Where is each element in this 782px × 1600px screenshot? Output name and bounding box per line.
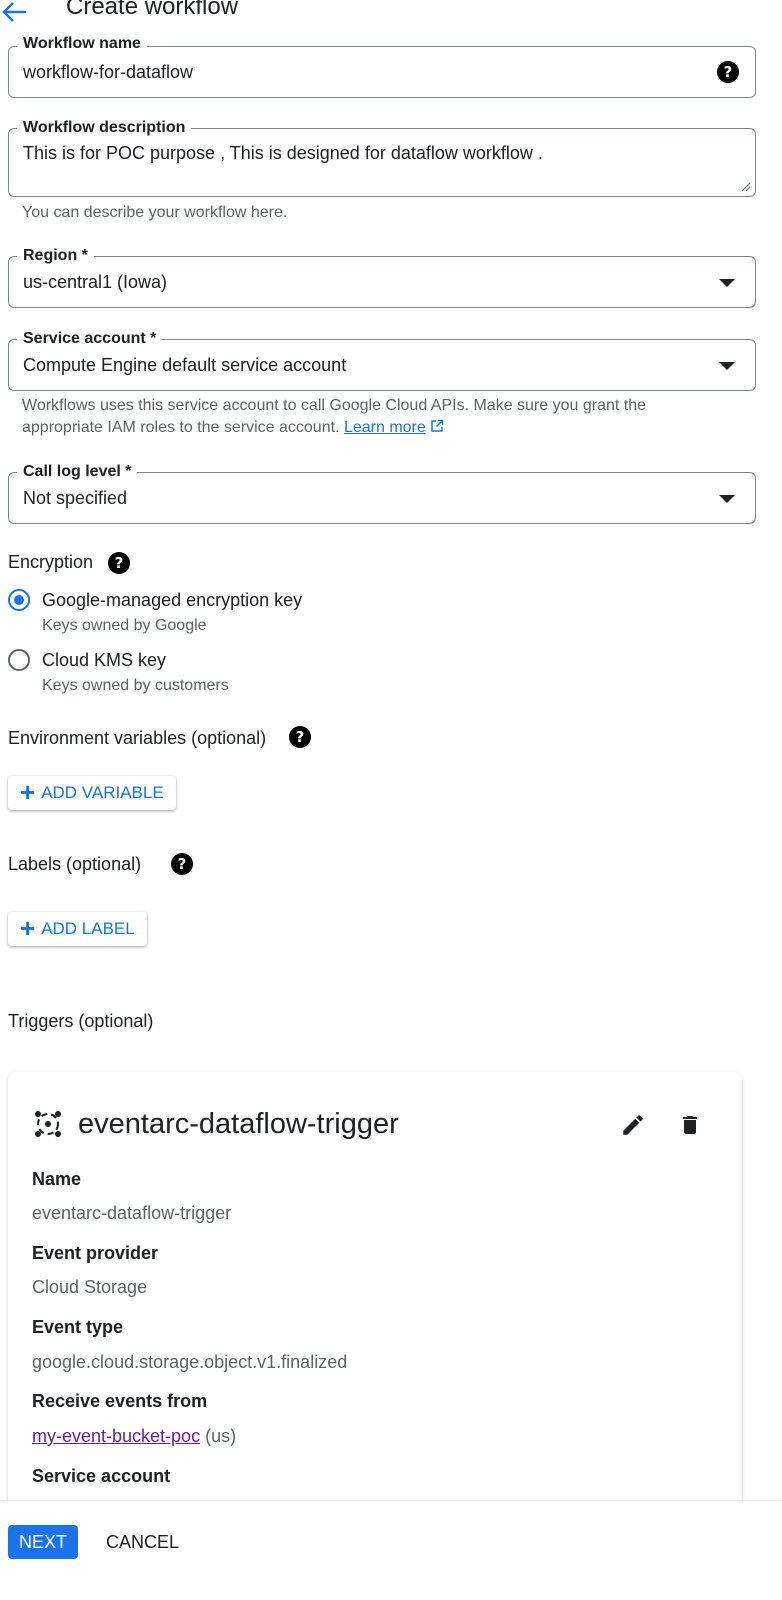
help-icon[interactable]: ?: [289, 726, 311, 748]
plus-icon: +: [20, 777, 36, 807]
workflow-name-label: Workflow name: [17, 34, 147, 54]
cancel-button[interactable]: CANCEL: [106, 1525, 179, 1559]
event-provider-label: Event provider: [32, 1243, 159, 1263]
footer-actions: NEXT CANCEL: [0, 1500, 782, 1600]
trigger-title: eventarc-dataflow-trigger: [78, 1108, 399, 1140]
service-account-value: Compute Engine default service account: [23, 355, 347, 375]
workflow-description-label: Workflow description: [17, 118, 192, 138]
bucket-link[interactable]: my-event-bucket-poc: [32, 1426, 200, 1446]
service-account-hint-line2-row: appropriate IAM roles to the service acc…: [22, 417, 444, 439]
dropdown-arrow-icon[interactable]: [719, 495, 735, 503]
dropdown-arrow-icon[interactable]: [719, 279, 735, 287]
resize-grip-icon[interactable]: [739, 180, 751, 192]
google-managed-key-label[interactable]: Google-managed encryption key: [42, 589, 302, 611]
service-account-label: Service account *: [17, 329, 163, 349]
labels-heading: Labels (optional): [8, 854, 142, 874]
receive-events-label: Receive events from: [32, 1391, 208, 1411]
help-icon[interactable]: ?: [717, 61, 739, 83]
call-log-level-value: Not specified: [23, 488, 128, 508]
add-label-label: ADD LABEL: [41, 919, 135, 938]
bucket-region: (us): [200, 1426, 237, 1446]
dropdown-arrow-icon[interactable]: [719, 362, 735, 370]
next-button[interactable]: NEXT: [8, 1525, 78, 1559]
receive-events-value: my-event-bucket-poc (us): [32, 1425, 236, 1447]
help-icon[interactable]: ?: [108, 552, 130, 574]
service-account-hint-line2: appropriate IAM roles to the service acc…: [22, 419, 340, 436]
trigger-name-label: Name: [32, 1169, 82, 1189]
cloud-kms-key-sub: Keys owned by customers: [42, 677, 229, 694]
event-type-value: google.cloud.storage.object.v1.finalized: [32, 1352, 348, 1372]
open-in-new-icon[interactable]: [430, 419, 444, 433]
region-value: us-central1 (Iowa): [23, 272, 168, 292]
add-variable-label: ADD VARIABLE: [41, 783, 164, 802]
call-log-level-select[interactable]: Call log level * Not specified: [8, 462, 756, 524]
add-label-button[interactable]: + ADD LABEL: [8, 912, 147, 946]
workflow-name-value[interactable]: workflow-for-dataflow: [23, 60, 193, 84]
arrow-back-icon[interactable]: [0, 0, 28, 24]
learn-more-link[interactable]: Learn more: [344, 419, 426, 436]
call-log-level-label: Call log level *: [17, 462, 138, 482]
triggers-heading: Triggers (optional): [8, 1011, 154, 1031]
workflow-description-field[interactable]: Workflow description This is for POC pur…: [8, 118, 756, 197]
help-icon[interactable]: ?: [171, 853, 193, 875]
google-managed-key-sub: Keys owned by Google: [42, 617, 207, 634]
region-select[interactable]: Region * us-central1 (Iowa): [8, 246, 756, 308]
region-label: Region *: [17, 246, 94, 266]
cloud-kms-key-radio[interactable]: [8, 649, 30, 671]
plus-icon: +: [20, 913, 36, 943]
google-managed-key-radio[interactable]: [8, 589, 30, 611]
top-bar: Create workflow: [0, 0, 782, 30]
workflow-name-field[interactable]: Workflow name workflow-for-dataflow ?: [8, 34, 756, 98]
service-account-hint-line1: Workflows uses this service account to c…: [22, 397, 646, 414]
event-provider-value: Cloud Storage: [32, 1277, 148, 1297]
service-account-select[interactable]: Service account * Compute Engine default…: [8, 329, 756, 391]
edit-icon[interactable]: [620, 1112, 646, 1138]
add-variable-button[interactable]: + ADD VARIABLE: [8, 776, 176, 810]
workflow-description-value[interactable]: This is for POC purpose , This is design…: [23, 141, 543, 165]
workflow-description-hint: You can describe your workflow here.: [22, 204, 288, 221]
service-account-card-label: Service account: [32, 1466, 171, 1486]
eventarc-icon: [35, 1111, 61, 1137]
page-title: Create workflow: [66, 0, 239, 20]
encryption-heading: Encryption: [8, 552, 94, 572]
delete-icon[interactable]: [678, 1112, 702, 1138]
trigger-card: eventarc-dataflow-trigger Name eventarc-…: [8, 1072, 742, 1532]
event-type-label: Event type: [32, 1317, 124, 1337]
cloud-kms-key-label[interactable]: Cloud KMS key: [42, 649, 166, 671]
trigger-name-value: eventarc-dataflow-trigger: [32, 1203, 232, 1223]
env-vars-heading: Environment variables (optional): [8, 728, 267, 748]
